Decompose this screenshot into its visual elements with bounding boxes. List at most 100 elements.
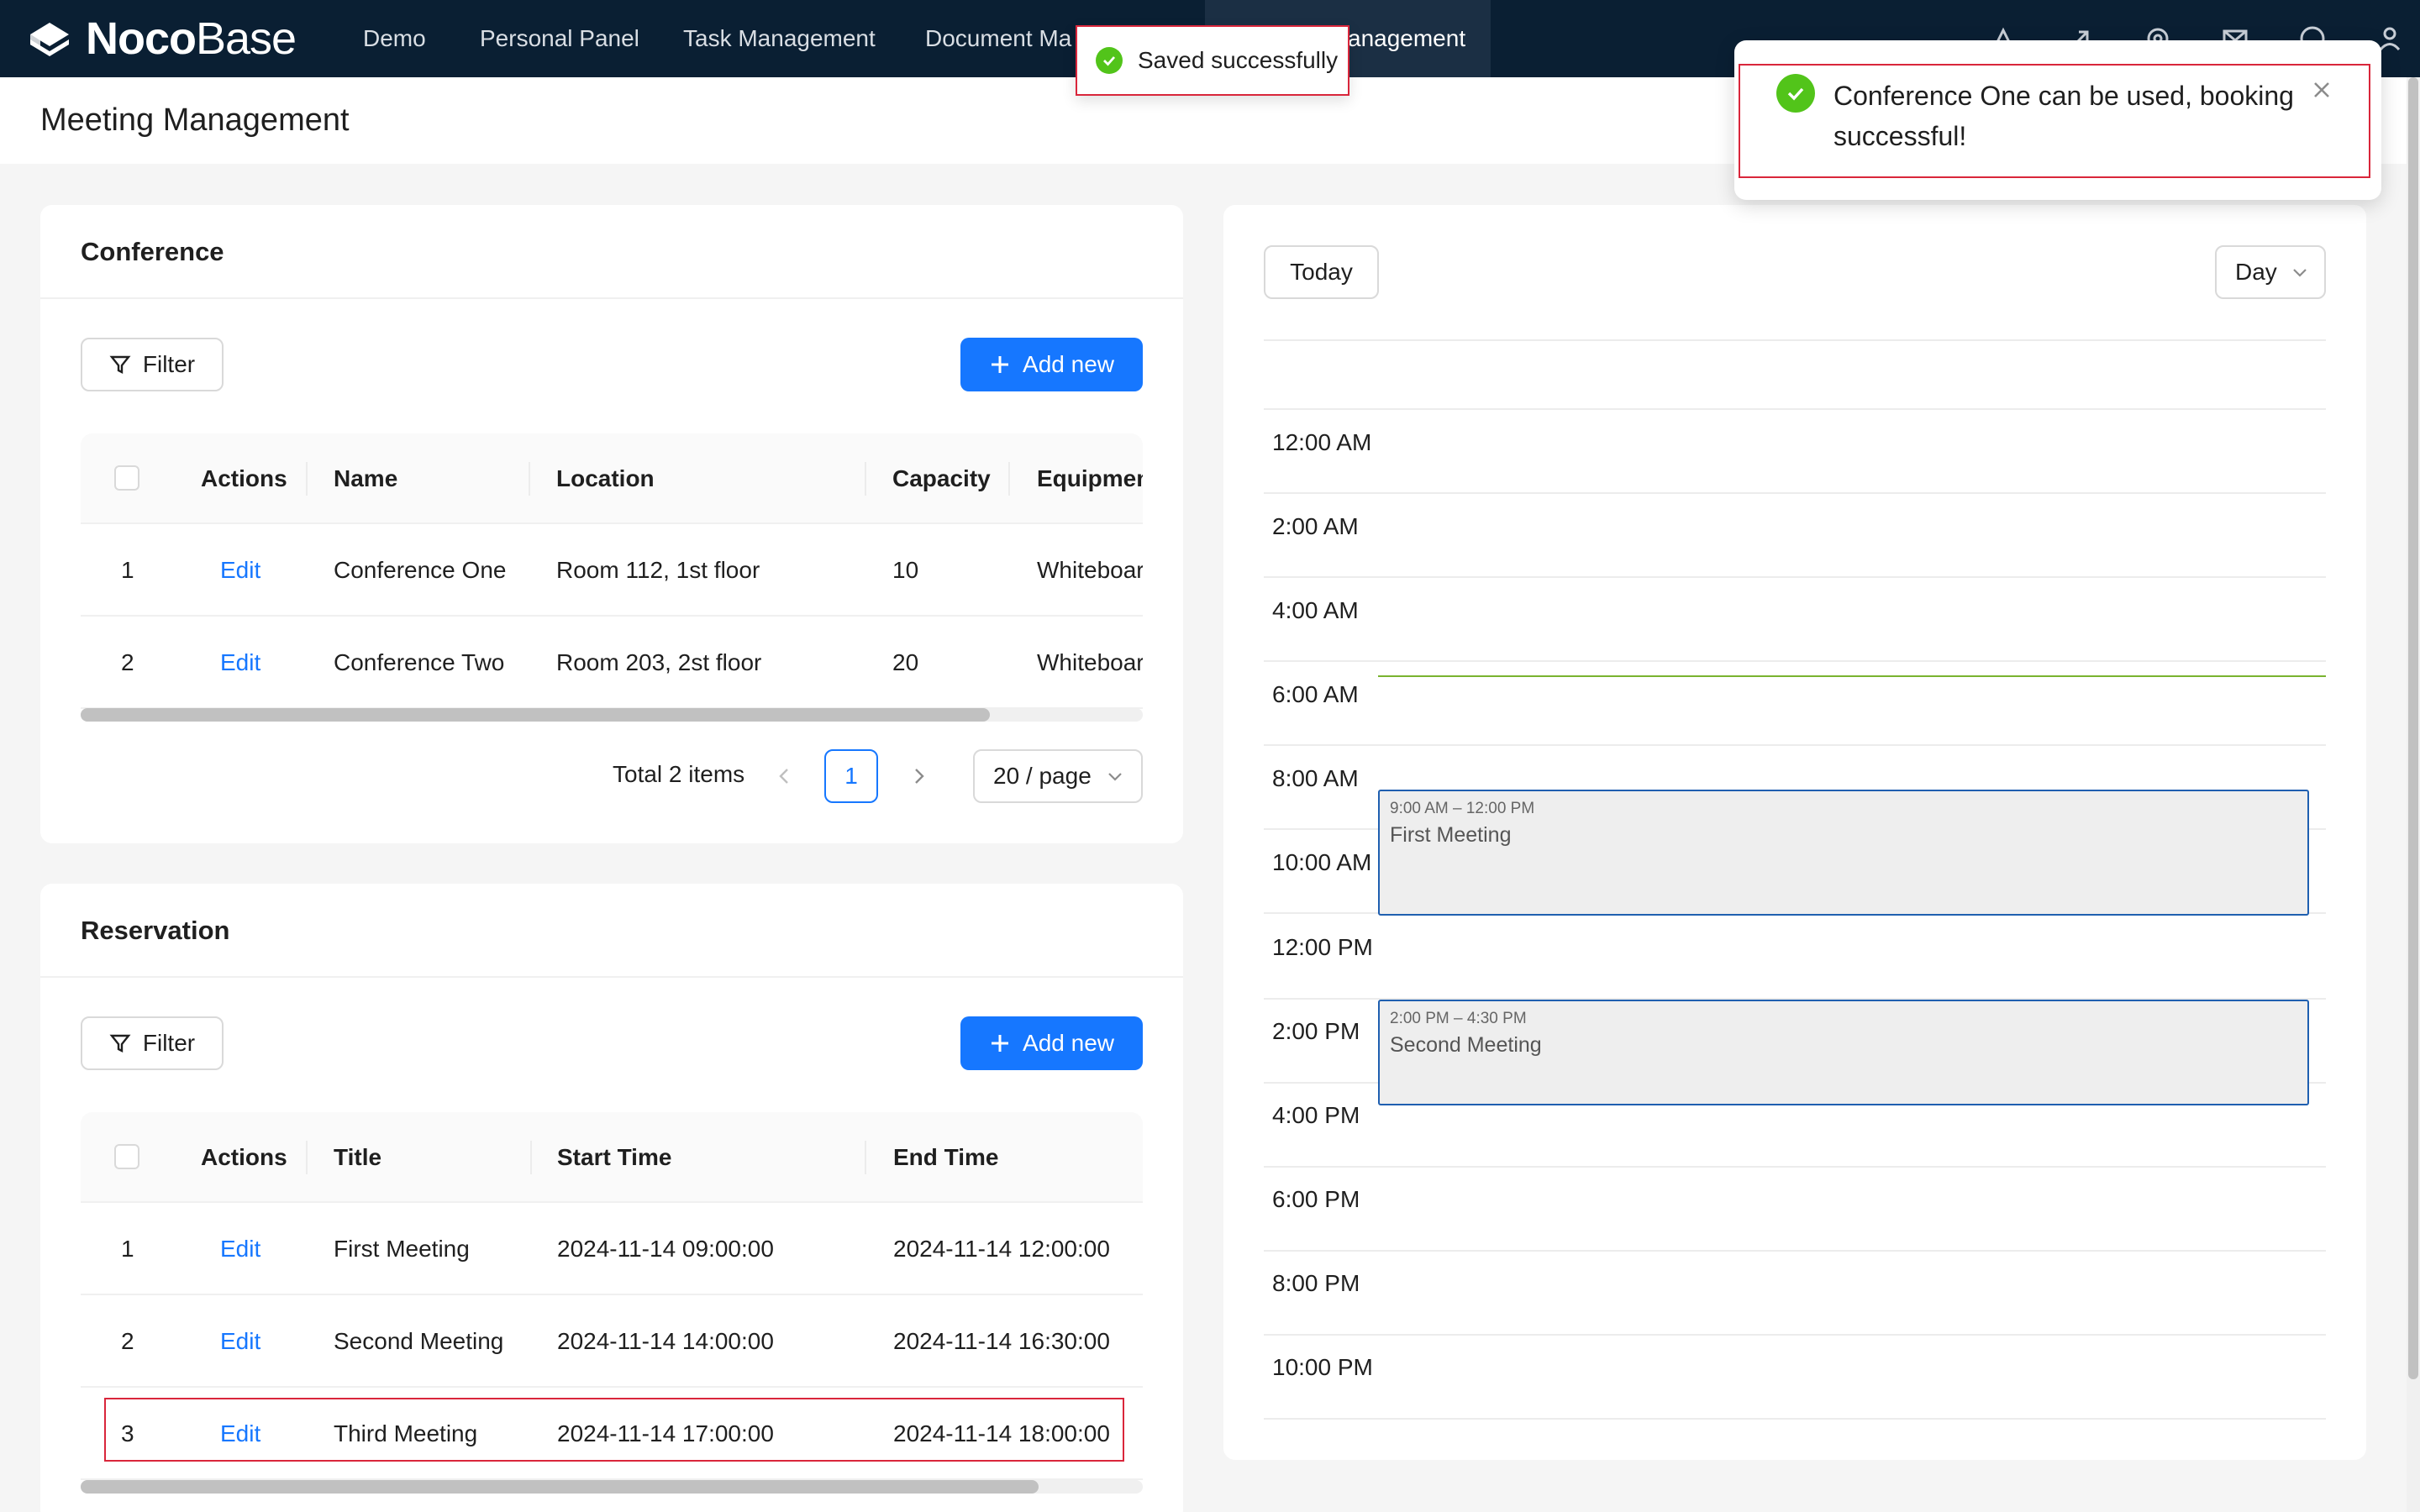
hour-label: 2:00 PM: [1272, 1018, 1360, 1044]
calendar-today-button[interactable]: Today: [1264, 245, 1379, 299]
edit-link[interactable]: Edit: [220, 617, 260, 709]
nav-item-task-management[interactable]: Task Management: [683, 0, 876, 77]
conference-add-new-button[interactable]: Add new: [960, 338, 1143, 391]
column-divider: [865, 462, 866, 496]
select-all-checkbox[interactable]: [114, 1144, 139, 1169]
event-title: Second Meeting: [1390, 1033, 1542, 1057]
hour-label: 6:00 PM: [1272, 1186, 1360, 1212]
edit-link[interactable]: Edit: [220, 1295, 260, 1388]
nav-item-personal-panel[interactable]: Personal Panel: [480, 0, 639, 77]
row-number: 2: [121, 1328, 134, 1354]
notification-text: Conference One can be used, booking succ…: [1833, 81, 2294, 151]
conference-table-header: Actions Name Location Capacity Equipmen: [81, 433, 1143, 524]
nocobase-logo[interactable]: NocoBase: [25, 13, 297, 64]
hour-label: 6:00 AM: [1272, 681, 1359, 707]
event-time: 9:00 AM – 12:00 PM: [1390, 800, 1535, 817]
calendar-hour-line: [1264, 1250, 2326, 1252]
column-header-actions: Actions: [201, 1144, 287, 1170]
table-row[interactable]: 2 Edit Second Meeting 2024-11-14 14:00:0…: [81, 1295, 1143, 1388]
conference-table-horizontal-scrollbar[interactable]: [81, 708, 1143, 722]
table-row[interactable]: 2 Edit Conference Two Room 203, 2st floo…: [81, 617, 1143, 709]
filter-icon: [109, 1032, 131, 1054]
edit-link[interactable]: Edit: [220, 524, 260, 617]
calendar-hour-line: [1264, 1418, 2326, 1420]
column-header-equipment[interactable]: Equipmen: [1037, 433, 1143, 524]
select-all-checkbox[interactable]: [114, 465, 139, 491]
pagination-total: Total 2 items: [613, 761, 745, 787]
calendar-view-select[interactable]: Day: [2215, 245, 2326, 299]
calendar-hour-line: [1264, 744, 2326, 746]
filter-label: Filter: [142, 351, 196, 377]
reservation-card-title: Reservation: [40, 884, 1183, 978]
add-new-label: Add new: [1023, 351, 1114, 377]
pagination-page-1[interactable]: 1: [824, 749, 878, 803]
chevron-down-icon: [1106, 751, 1124, 819]
reservation-table-header: Actions Title Start Time End Time: [81, 1112, 1143, 1203]
success-message-toast: Saved successfully: [1076, 25, 1349, 96]
column-header-location[interactable]: Location: [556, 433, 655, 524]
current-time-indicator: [1378, 675, 2326, 677]
column-header-end-time[interactable]: End Time: [893, 1112, 999, 1203]
today-label: Today: [1290, 259, 1353, 285]
column-header-title[interactable]: Title: [334, 1112, 381, 1203]
hour-label: 10:00 PM: [1272, 1354, 1373, 1380]
cell-title: First Meeting: [334, 1236, 470, 1262]
cell-capacity: 10: [892, 557, 919, 583]
cell-start-time: 2024-11-14 14:00:00: [557, 1328, 774, 1354]
calendar-hour-line: [1264, 576, 2326, 578]
table-row[interactable]: 1 Edit First Meeting 2024-11-14 09:00:00…: [81, 1203, 1143, 1295]
column-header-capacity[interactable]: Capacity: [892, 433, 991, 524]
pagination-next-icon[interactable]: [907, 756, 932, 796]
cell-location: Room 203, 2st floor: [556, 649, 762, 675]
calendar-divider: [1264, 339, 2326, 341]
page-scrollbar-thumb[interactable]: [2408, 77, 2418, 1379]
calendar-hour-line: [1264, 1334, 2326, 1336]
column-divider: [529, 462, 530, 496]
plus-icon: [989, 1032, 1011, 1054]
hour-label: 12:00 PM: [1272, 934, 1373, 960]
booking-notification: Conference One can be used, booking succ…: [1734, 40, 2381, 200]
table-row[interactable]: 1 Edit Conference One Room 112, 1st floo…: [81, 524, 1143, 617]
conference-filter-button[interactable]: Filter: [81, 338, 224, 391]
close-icon[interactable]: [2307, 76, 2336, 104]
cell-location: Room 112, 1st floor: [556, 557, 760, 583]
hour-label: 4:00 PM: [1272, 1102, 1360, 1128]
nav-item-demo[interactable]: Demo: [363, 0, 426, 77]
event-title: First Meeting: [1390, 823, 1512, 847]
calendar-hour-line: [1264, 408, 2326, 410]
cell-capacity: 20: [892, 649, 919, 675]
calendar-event[interactable]: 9:00 AM – 12:00 PM First Meeting: [1378, 790, 2309, 916]
cell-name: Conference Two: [334, 649, 505, 675]
scrollbar-thumb[interactable]: [81, 1480, 1039, 1494]
page-size-select[interactable]: 20 / page: [973, 749, 1143, 803]
cell-equipment: Whiteboar: [1037, 649, 1143, 675]
cell-end-time: 2024-11-14 16:30:00: [893, 1328, 1110, 1354]
reservation-add-new-button[interactable]: Add new: [960, 1016, 1143, 1070]
scrollbar-thumb[interactable]: [81, 708, 990, 722]
column-divider: [530, 1141, 532, 1174]
success-message-text: Saved successfully: [1138, 47, 1339, 73]
hour-label: 8:00 PM: [1272, 1270, 1360, 1296]
view-value: Day: [2235, 259, 2277, 285]
cell-title: Second Meeting: [334, 1328, 504, 1354]
page-title: Meeting Management: [40, 102, 350, 138]
row-number: 1: [121, 1236, 134, 1262]
column-divider: [865, 1141, 866, 1174]
column-divider: [306, 462, 308, 496]
check-circle-icon: [1776, 74, 1815, 113]
column-header-start-time[interactable]: Start Time: [557, 1112, 671, 1203]
hour-label: 10:00 AM: [1272, 849, 1372, 875]
cell-start-time: 2024-11-14 09:00:00: [557, 1236, 774, 1262]
pagination-prev-icon[interactable]: [771, 756, 797, 796]
calendar-event[interactable]: 2:00 PM – 4:30 PM Second Meeting: [1378, 1000, 2309, 1105]
filter-label: Filter: [142, 1030, 196, 1056]
nav-item-document-management[interactable]: Document Ma: [925, 0, 1071, 77]
chevron-down-icon: [2291, 247, 2309, 315]
logo-text: NocoBase: [86, 13, 297, 64]
reservation-filter-button[interactable]: Filter: [81, 1016, 224, 1070]
edit-link[interactable]: Edit: [220, 1203, 260, 1295]
reservation-table-horizontal-scrollbar[interactable]: [81, 1480, 1143, 1494]
conference-table: Actions Name Location Capacity Equipmen …: [81, 433, 1143, 719]
column-header-name[interactable]: Name: [334, 433, 397, 524]
logo-mark-icon: [25, 18, 74, 60]
